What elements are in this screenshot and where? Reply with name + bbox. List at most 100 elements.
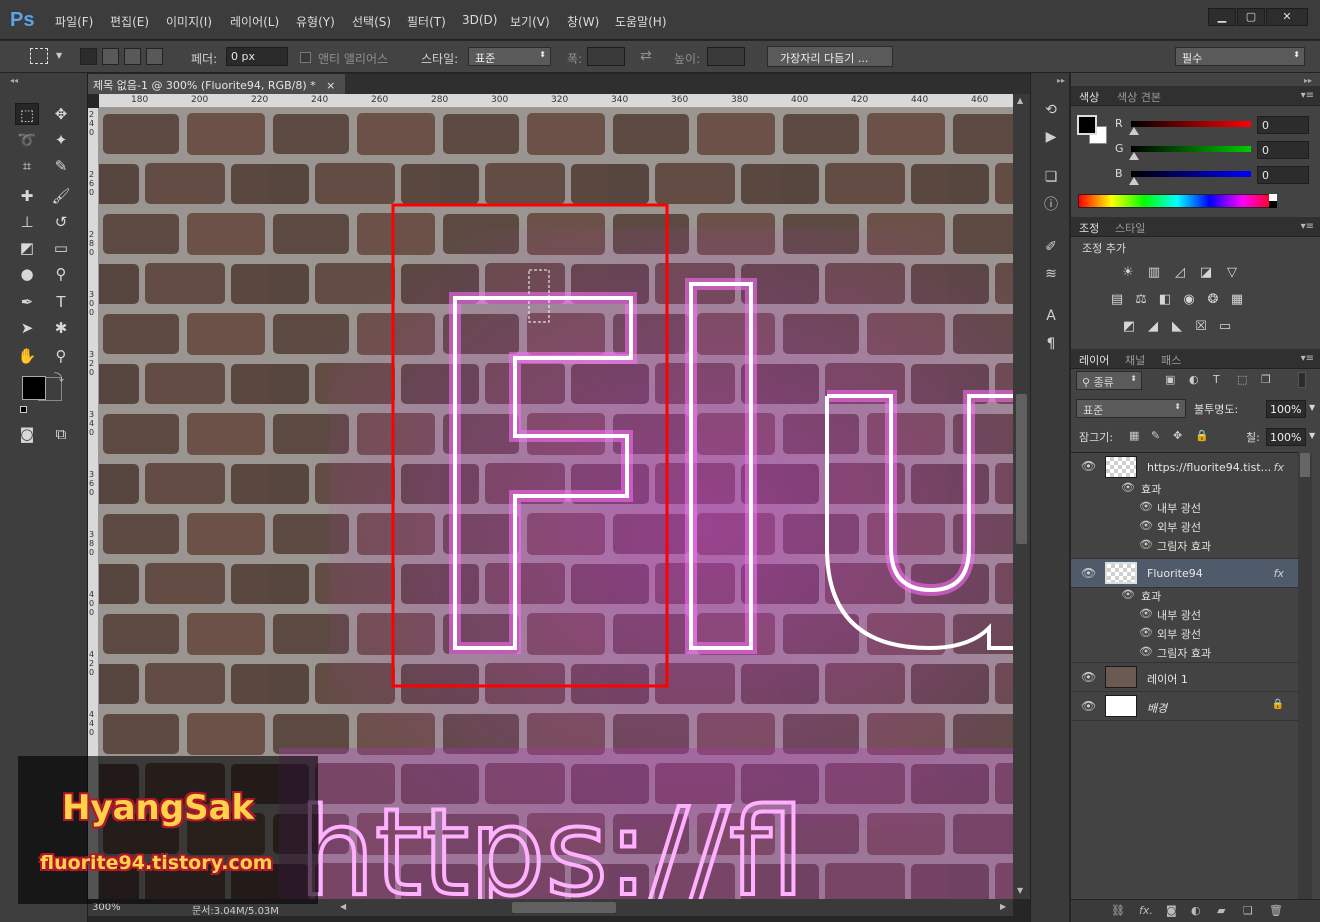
zoom-tool-icon[interactable]: ⚲ xyxy=(49,345,73,367)
move-tool-icon[interactable]: ✥ xyxy=(49,103,73,125)
scroll-down-icon[interactable]: ▼ xyxy=(1017,886,1023,895)
lock-all-icon[interactable]: 🔒 xyxy=(1195,429,1209,442)
tab-color[interactable]: 색상 xyxy=(1079,89,1099,105)
threshold-icon[interactable]: ◣ xyxy=(1169,319,1185,334)
lock-paint-icon[interactable]: ✎ xyxy=(1151,429,1160,442)
fill-input[interactable]: 100% xyxy=(1266,428,1306,446)
menu-view[interactable]: 보기(V) xyxy=(510,13,550,30)
black-white-ramp[interactable] xyxy=(1269,194,1277,208)
lasso-tool-icon[interactable]: ➰ xyxy=(15,129,39,151)
style-select[interactable]: 표준 ⬍ xyxy=(468,47,551,66)
foreground-swatch[interactable] xyxy=(22,376,46,400)
visibility-eye-icon[interactable]: 👁 xyxy=(1139,500,1153,513)
menu-3d[interactable]: 3D(D) xyxy=(462,13,497,27)
layer-name[interactable]: https://fluorite94.tist... xyxy=(1147,461,1271,474)
add-selection-icon[interactable] xyxy=(102,48,119,65)
blend-mode-select[interactable]: 표준 ⬍ xyxy=(1076,399,1186,418)
visibility-eye-icon[interactable]: 👁 xyxy=(1121,588,1135,601)
scroll-right-icon[interactable]: ▶ xyxy=(1000,902,1006,911)
menu-select[interactable]: 선택(S) xyxy=(352,13,391,30)
hand-tool-icon[interactable]: ✋ xyxy=(15,345,39,367)
vibrance-icon[interactable]: ▽ xyxy=(1224,265,1240,280)
add-mask-icon[interactable]: ◙ xyxy=(1166,904,1177,917)
swap-colors-icon[interactable]: ⤵ xyxy=(54,369,64,384)
blue-track[interactable] xyxy=(1131,171,1251,177)
workspace-select[interactable]: 필수 ⬍ xyxy=(1175,47,1305,66)
visibility-eye-icon[interactable]: 👁 xyxy=(1139,626,1153,639)
tab-layers[interactable]: 레이어 xyxy=(1079,352,1109,368)
stamp-tool-icon[interactable]: ⊥ xyxy=(15,211,39,233)
opacity-input[interactable]: 100% xyxy=(1266,400,1306,418)
type-tool-icon[interactable]: T xyxy=(49,291,73,313)
tab-swatches[interactable]: 색상 견본 xyxy=(1117,89,1161,105)
selective-color-icon[interactable]: ☒ xyxy=(1193,319,1209,334)
filter-type-icon[interactable]: T xyxy=(1213,373,1220,386)
menu-type[interactable]: 유형(Y) xyxy=(296,13,335,30)
scroll-left-icon[interactable]: ◀ xyxy=(340,902,346,911)
tab-styles[interactable]: 스타일 xyxy=(1115,220,1145,236)
path-select-icon[interactable]: ➤ xyxy=(15,317,39,339)
tab-adjustments[interactable]: 조정 xyxy=(1079,220,1099,236)
curves-icon[interactable]: ◿ xyxy=(1172,265,1188,280)
green-track[interactable] xyxy=(1131,146,1251,152)
menu-edit[interactable]: 편집(E) xyxy=(110,13,149,30)
filter-adjust-icon[interactable]: ◐ xyxy=(1189,373,1199,386)
effect-row[interactable]: 👁 그림자 효과 xyxy=(1071,645,1298,664)
visibility-eye-icon[interactable]: 👁 xyxy=(1121,481,1135,494)
pen-tool-icon[interactable]: ✒ xyxy=(15,291,39,313)
vertical-scroll-thumb[interactable] xyxy=(1016,394,1027,544)
channel-mixer-icon[interactable]: ❂ xyxy=(1205,292,1221,307)
menu-help[interactable]: 도움말(H) xyxy=(615,13,667,30)
layer-name[interactable]: Fluorite94 xyxy=(1147,567,1203,580)
panel-menu-icon[interactable]: ▾≡ xyxy=(1301,221,1314,232)
menu-image[interactable]: 이미지(I) xyxy=(166,13,212,30)
brush-tool-icon[interactable]: 🖌 xyxy=(49,185,73,207)
horizontal-scroll-thumb[interactable] xyxy=(512,902,616,913)
intersect-selection-icon[interactable] xyxy=(146,48,163,65)
feather-input[interactable]: 0 px xyxy=(226,47,288,66)
actions-panel-icon[interactable]: ▶ xyxy=(1041,127,1061,147)
color-lookup-icon[interactable]: ▦ xyxy=(1229,292,1245,307)
visibility-eye-icon[interactable]: 👁 xyxy=(1139,607,1153,620)
history-panel-icon[interactable]: ⟲ xyxy=(1041,100,1061,120)
dodge-tool-icon[interactable]: ⚲ xyxy=(49,263,73,285)
gradient-tool-icon[interactable]: ▭ xyxy=(49,237,73,259)
gradient-map-icon[interactable]: ▭ xyxy=(1217,319,1233,334)
shape-tool-icon[interactable]: ✱ xyxy=(49,317,73,339)
posterize-icon[interactable]: ◢ xyxy=(1145,319,1161,334)
close-tab-icon[interactable]: × xyxy=(326,79,335,92)
red-track[interactable] xyxy=(1131,121,1251,127)
panel-menu-icon[interactable]: ▾≡ xyxy=(1301,90,1314,101)
visibility-eye-icon[interactable]: 👁 xyxy=(1081,670,1096,684)
character-panel-icon[interactable]: A xyxy=(1041,306,1061,326)
red-slider[interactable]: R 0 xyxy=(1111,116,1311,137)
green-thumb[interactable] xyxy=(1129,152,1139,160)
layer-name[interactable]: 배경 xyxy=(1147,700,1167,716)
collapse-icon[interactable]: ▸▸ xyxy=(1057,76,1065,85)
document-tab[interactable]: 제목 없음-1 @ 300% (Fluorite94, RGB/8) * × xyxy=(88,74,346,94)
add-style-icon[interactable]: fx. xyxy=(1139,904,1153,917)
height-input[interactable] xyxy=(707,47,745,66)
visibility-eye-icon[interactable]: 👁 xyxy=(1139,538,1153,551)
invert-icon[interactable]: ◩ xyxy=(1121,319,1137,334)
width-input[interactable] xyxy=(587,47,625,66)
magic-wand-icon[interactable]: ✦ xyxy=(49,129,73,151)
collapse-icon[interactable]: ◂◂ xyxy=(10,76,18,85)
layer-row[interactable]: 👁 https://fluorite94.tist... fx 👁 효과 👁 내… xyxy=(1071,453,1298,559)
layer-row-selected[interactable]: 👁 Fluorite94 fx xyxy=(1071,559,1298,588)
visibility-eye-icon[interactable]: 👁 xyxy=(1139,519,1153,532)
lock-transparent-icon[interactable]: ▦ xyxy=(1129,429,1139,442)
effect-row[interactable]: 👁 외부 광선 xyxy=(1071,519,1298,538)
maximize-button[interactable]: ▢ xyxy=(1237,8,1265,26)
hue-saturation-icon[interactable]: ▤ xyxy=(1109,292,1125,307)
menu-file[interactable]: 파일(F) xyxy=(55,13,93,30)
subtract-selection-icon[interactable] xyxy=(124,48,141,65)
chevron-down-icon[interactable]: ▼ xyxy=(56,51,62,60)
layer-comps-icon[interactable]: ❏ xyxy=(1041,167,1061,187)
tab-paths[interactable]: 패스 xyxy=(1161,352,1181,368)
filter-toggle[interactable] xyxy=(1298,372,1306,388)
blue-thumb[interactable] xyxy=(1129,177,1139,185)
panel-menu-icon[interactable]: ▾≡ xyxy=(1301,353,1314,364)
exposure-icon[interactable]: ◪ xyxy=(1198,265,1214,280)
marquee-preset-icon[interactable] xyxy=(30,48,48,64)
